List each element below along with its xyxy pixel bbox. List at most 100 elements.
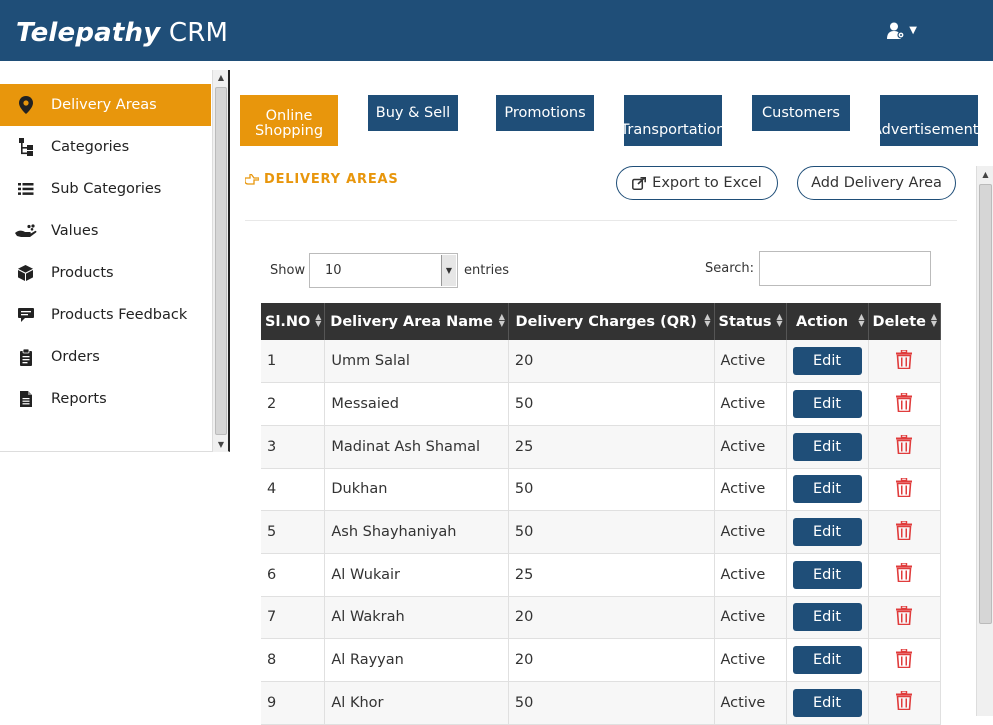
edit-button[interactable]: Edit [792, 475, 862, 504]
trash-icon[interactable] [896, 348, 913, 373]
table-row: 6 Al Wukair 25 Active Edit [261, 553, 942, 597]
edit-button[interactable]: Edit [792, 347, 862, 376]
sidebar-item-values[interactable]: Values [0, 210, 211, 252]
sidebar-scrollbar[interactable]: ▲ ▼ [212, 70, 228, 452]
column-label: Delivery Area Name [330, 313, 493, 330]
cell-delete [868, 340, 942, 384]
scroll-up-arrow-icon[interactable]: ▲ [213, 73, 229, 82]
sidebar-item-products-feedback[interactable]: Products Feedback [0, 294, 211, 336]
trash-icon[interactable] [896, 647, 913, 672]
trash-icon[interactable] [896, 434, 913, 458]
scroll-up-arrow-icon[interactable]: ▲ [977, 170, 993, 179]
table-row: 7 Al Wakrah 20 Active Edit [261, 596, 942, 640]
column-label: Delivery Charges (QR) [515, 313, 697, 330]
content-scrollbar[interactable]: ▲ [976, 166, 993, 716]
cell-action: Edit [786, 382, 869, 426]
delivery-areas-table: Sl.NO ▲ ▼ Delivery Area Name ▲ ▼ Delivery Ch… [261, 303, 942, 725]
sort-icon: ▲ ▼ [315, 312, 322, 328]
column-header-charges[interactable]: Delivery Charges (QR) ▲ ▼ [508, 303, 715, 340]
sidebar-item-orders[interactable]: Orders [0, 336, 211, 378]
tab-customers[interactable]: Customers [752, 95, 850, 131]
edit-button[interactable]: Edit [792, 432, 862, 461]
sidebar-item-label: Values [51, 223, 99, 239]
cell-action: Edit [786, 681, 869, 725]
page-size-select[interactable]: 10 ▼ [309, 253, 458, 288]
sidebar-item-reports[interactable]: Reports [0, 378, 211, 420]
sidebar-menu: Delivery Areas Categories Sub Categories… [0, 84, 211, 420]
cell-sl-no: 5 [261, 510, 326, 554]
edit-button[interactable]: Edit [792, 688, 862, 717]
export-excel-button[interactable]: Export to Excel [616, 166, 778, 200]
cell-sl-no: 7 [261, 596, 326, 640]
tab-buy-sell[interactable]: Buy & Sell [368, 95, 458, 131]
column-header-status[interactable]: Status ▲ ▼ [714, 303, 787, 340]
edit-button[interactable]: Edit [792, 518, 862, 547]
cell-sl-no: 2 [261, 382, 326, 426]
cell-area-name: Ash Shayhaniyah [324, 510, 509, 554]
sidebar-item-label: Reports [51, 391, 107, 407]
cell-sl-no: 1 [261, 340, 326, 384]
sidebar-item-label: Products [51, 265, 114, 281]
scroll-down-arrow-icon[interactable]: ▼ [213, 440, 229, 449]
sidebar-item-categories[interactable]: Categories [0, 126, 211, 168]
sort-icon: ▲ ▼ [776, 312, 783, 328]
cell-charge: 50 [508, 468, 715, 512]
trash-icon[interactable] [896, 519, 913, 544]
column-label: Delete [872, 313, 926, 330]
content-scrollbar-thumb[interactable] [979, 184, 992, 624]
user-menu-button[interactable]: ▼ [887, 22, 917, 39]
sidebar-item-sub-categories[interactable]: Sub Categories [0, 168, 211, 210]
cell-charge: 20 [508, 596, 715, 640]
edit-button[interactable]: Edit [792, 390, 862, 419]
tab-promotions[interactable]: Promotions [496, 95, 594, 131]
sort-icon: ▲ ▼ [704, 312, 711, 328]
sidebar-scrollbar-thumb[interactable] [215, 87, 227, 435]
cell-status: Active [714, 468, 787, 512]
cell-delete [868, 596, 942, 640]
search-input[interactable] [759, 251, 931, 286]
trash-icon[interactable] [896, 605, 913, 629]
caret-down-icon: ▼ [909, 25, 917, 36]
app-brand[interactable]: Telepathy CRM [16, 18, 228, 48]
edit-button[interactable]: Edit [792, 560, 862, 589]
cell-area-name: Al Rayyan [324, 638, 509, 682]
column-label: Status [718, 313, 772, 330]
cell-delete [868, 510, 942, 554]
table-body: 1 Umm Salal 20 Active Edit 2 Messaied 50 Active E… [261, 340, 942, 725]
sidebar-item-label: Sub Categories [51, 181, 162, 197]
trash-icon[interactable] [896, 477, 913, 501]
edit-button[interactable]: Edit [792, 646, 862, 675]
sidebar-item-label: Products Feedback [51, 307, 188, 323]
cell-area-name: Messaied [324, 382, 509, 426]
sidebar-item-delivery-areas[interactable]: Delivery Areas [0, 84, 211, 126]
add-delivery-area-button[interactable]: Add Delivery Area [797, 166, 956, 200]
tab-label: Online Shopping [254, 107, 324, 139]
tab-online-shopping[interactable]: Online Shopping [240, 95, 338, 146]
trash-icon[interactable] [896, 391, 913, 416]
external-link-icon [632, 176, 647, 190]
trash-icon[interactable] [896, 562, 913, 586]
trash-icon[interactable] [896, 690, 913, 714]
page-title-text: DELIVERY AREAS [264, 172, 399, 187]
page-size-value: 10 [325, 263, 342, 278]
cell-area-name: Madinat Ash Shamal [324, 425, 509, 469]
sort-icon: ▲ ▼ [858, 312, 865, 328]
column-header-area-name[interactable]: Delivery Area Name ▲ ▼ [324, 303, 509, 340]
tab-label: Advertisements [880, 122, 978, 138]
chevron-down-icon[interactable]: ▼ [441, 255, 456, 286]
cell-sl-no: 4 [261, 468, 326, 512]
cell-status: Active [714, 340, 787, 384]
sidebar-item-products[interactable]: Products [0, 252, 211, 294]
table-row: 3 Madinat Ash Shamal 25 Active Edit [261, 425, 942, 469]
cell-delete [868, 553, 942, 597]
user-settings-icon [887, 22, 905, 39]
column-header-action[interactable]: Action ▲ ▼ [786, 303, 869, 340]
cell-action: Edit [786, 468, 869, 512]
column-header-delete[interactable]: Delete ▲ ▼ [868, 303, 942, 340]
edit-button[interactable]: Edit [792, 603, 862, 632]
export-label: Export to Excel [652, 175, 762, 191]
tab-advertisements[interactable]: Advertisements [880, 95, 978, 146]
column-header-sl-no[interactable]: Sl.NO ▲ ▼ [261, 303, 326, 340]
tab-transportation[interactable]: Transportation [624, 95, 722, 146]
hand-coins-icon [0, 224, 51, 238]
